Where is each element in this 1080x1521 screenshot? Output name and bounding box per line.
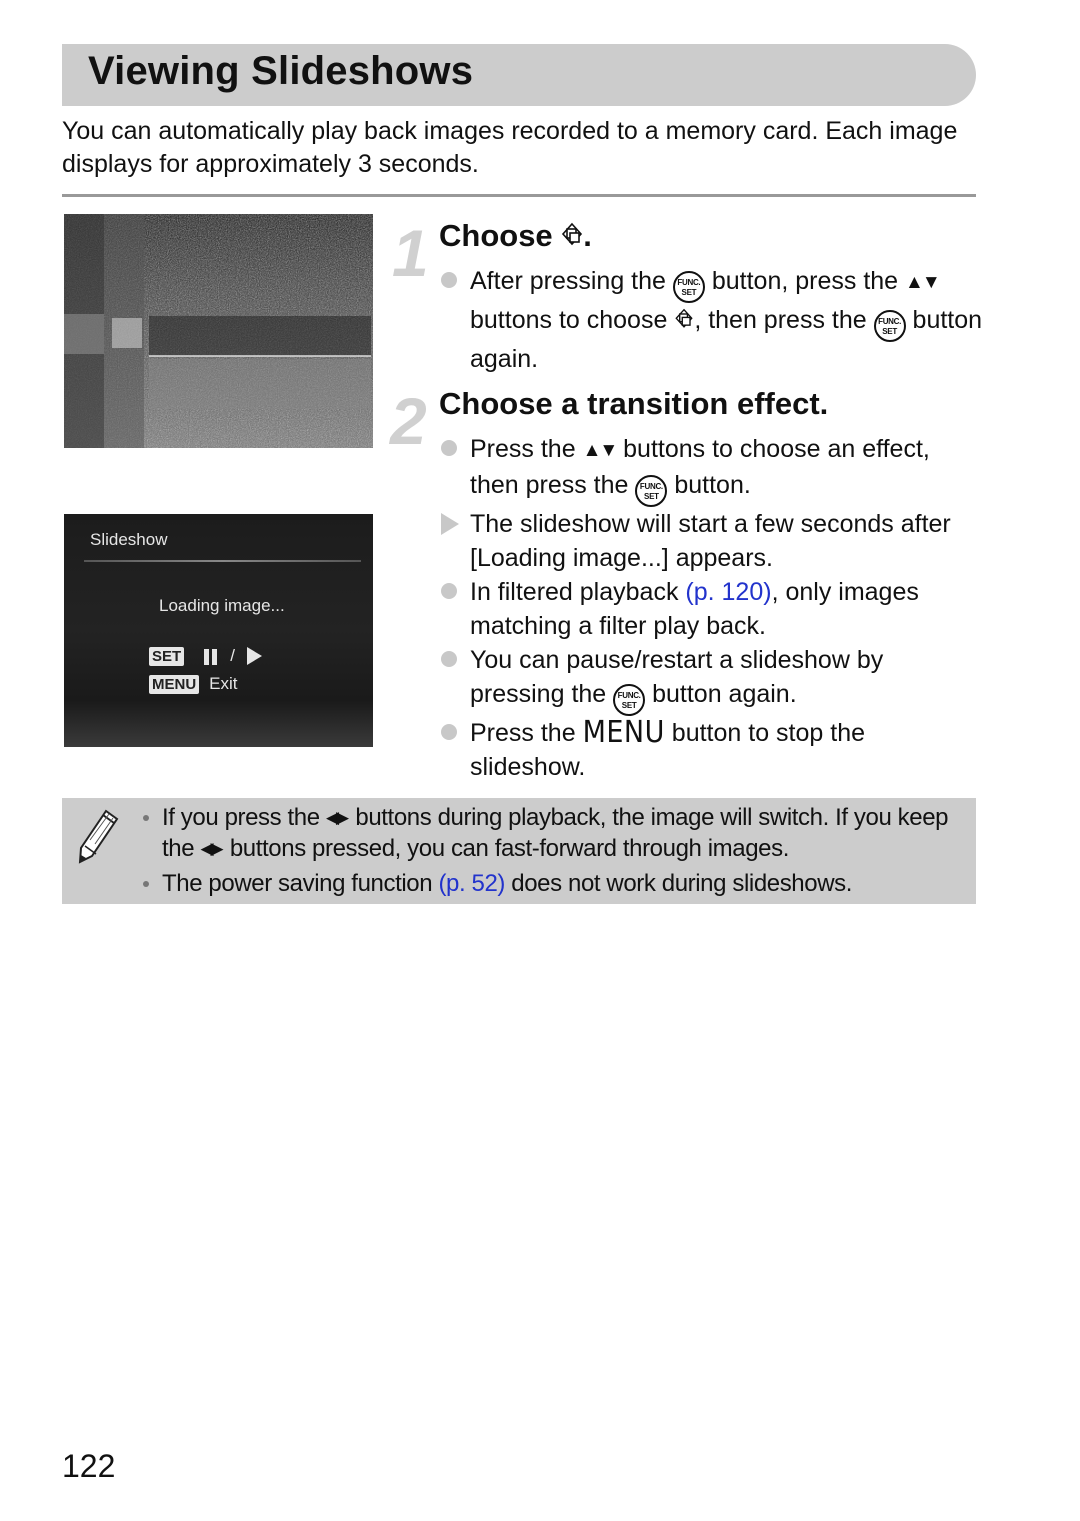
text: Press the [470, 435, 583, 463]
up-down-arrows-icon: ▲▼ [582, 440, 619, 461]
text: Press the [470, 719, 583, 747]
bullet-dot [441, 651, 457, 667]
cam-divider [84, 560, 361, 562]
step-2-title: Choose a transition effect. [439, 386, 829, 421]
menu-button-icon: MENU [582, 715, 665, 750]
func-set-button-icon: FUNC. SET [635, 475, 668, 507]
list-item: The slideshow will start a few seconds a… [438, 507, 983, 575]
text: buttons pressed, you can fast-forward th… [223, 835, 790, 862]
text: button again. [645, 680, 797, 708]
note-item: If you press the ◀▶ buttons during playb… [140, 802, 970, 864]
divider [62, 194, 976, 197]
text: button, press the [704, 267, 906, 295]
note-bullet [143, 881, 149, 887]
result-triangle-icon [441, 513, 459, 535]
cam-separator: / [230, 646, 235, 665]
page-link-120[interactable]: (p. 120) [685, 578, 771, 606]
page-link-52[interactable]: (p. 52) [438, 870, 505, 897]
text: If you press the [162, 804, 326, 831]
pencil-icon [78, 809, 119, 864]
cam-loading-text: Loading image... [159, 596, 285, 615]
cam-exit-label: Exit [209, 674, 238, 693]
step-1-bullets: After pressing the FUNC. SET button, pres… [438, 264, 983, 376]
text: The slideshow will start a few seconds a… [470, 510, 951, 572]
text: The power saving function [162, 870, 439, 897]
step-number-2: 2 [390, 384, 427, 458]
step-1-title-text: Choose [439, 218, 562, 253]
text: In filtered playback [470, 578, 686, 606]
page-title: Viewing Slideshows [88, 49, 474, 93]
intro-text: You can automatically play back images r… [62, 117, 958, 178]
bullet-dot [441, 583, 457, 599]
cam-screen-title: Slideshow [90, 530, 168, 549]
text: , then press the [694, 306, 874, 334]
camera-menu-screenshot [64, 214, 373, 448]
up-down-arrows-icon: ▲▼ [905, 272, 941, 293]
text: button. [667, 471, 751, 499]
list-item: In filtered playback (p. 120), only imag… [438, 575, 983, 643]
list-item: Press the ▲▼ buttons to choose an effect… [438, 432, 983, 507]
text: does not work during slideshows. [505, 870, 853, 897]
step-2-bullets: Press the ▲▼ buttons to choose an effect… [438, 432, 983, 784]
play-icon [246, 647, 262, 665]
step-number-1: 1 [392, 216, 429, 290]
left-right-arrows-icon: ◀▶ [200, 839, 223, 858]
func-set-button-icon: FUNC. SET [873, 310, 906, 342]
cam-menu-key: MENU [149, 674, 200, 694]
list-item: After pressing the FUNC. SET button, pres… [438, 264, 983, 376]
page-number: 122 [62, 1448, 116, 1484]
func-set-button-icon: FUNC. SET [672, 271, 705, 303]
list-item: Press the MENU button to stop the slides… [438, 716, 983, 784]
bullet-dot [441, 272, 457, 288]
text: After pressing the [470, 267, 673, 295]
cam-menu-row: MENU Exit [149, 674, 238, 694]
pause-icon [204, 646, 220, 666]
cam-set-row: SET / [149, 646, 262, 666]
camera-slideshow-screenshot: Slideshow Loading image... SET / MENU Ex… [64, 514, 373, 747]
bullet-dot [441, 440, 457, 456]
list-item: You can pause/restart a slideshow by pre… [438, 643, 983, 716]
note-bullet [143, 815, 149, 821]
bullet-dot [441, 724, 457, 740]
transition-effect-icon [562, 222, 583, 246]
func-set-button-icon: FUNC. SET [613, 684, 646, 716]
transition-effect-icon [675, 308, 693, 328]
note-list: If you press the ◀▶ buttons during playb… [140, 802, 970, 899]
cam-set-key: SET [149, 646, 185, 666]
title-bar: Viewing Slideshows [62, 44, 976, 106]
left-right-arrows-icon: ◀▶ [325, 808, 349, 827]
camera-menu-image [64, 214, 373, 448]
step-1-title: Choose . [439, 218, 592, 254]
note-box: If you press the ◀▶ buttons during playb… [62, 798, 976, 904]
step-1-title-period: . [583, 218, 592, 253]
note-item: The power saving function (p. 52) does n… [140, 868, 970, 899]
text: buttons to choose [470, 306, 675, 334]
